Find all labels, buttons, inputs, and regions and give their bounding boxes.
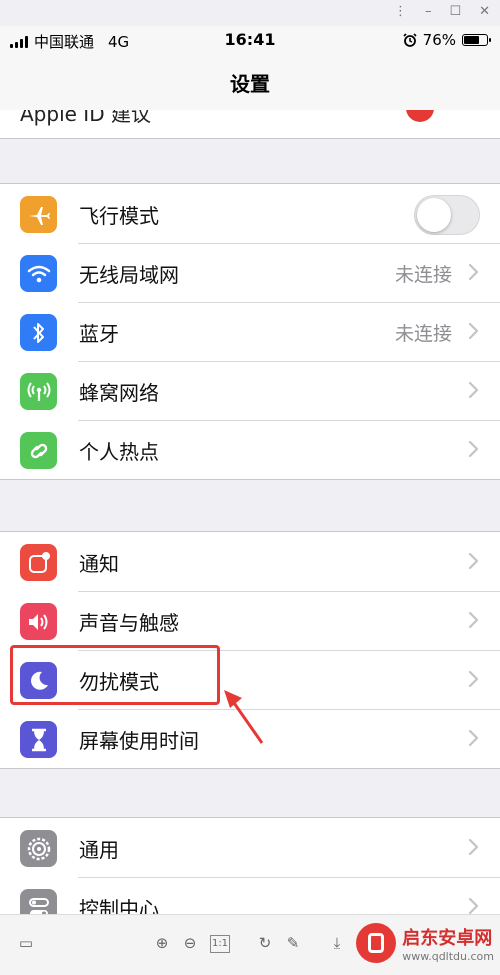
arrow-annotation: [224, 690, 264, 744]
actual-size-icon[interactable]: 1:1: [210, 935, 230, 953]
settings-row-airplane[interactable]: 飞行模式: [0, 184, 500, 244]
battery-percent: 76%: [422, 31, 456, 49]
maximize-icon[interactable]: ☐: [449, 4, 461, 20]
settings-row-label: 声音与触感: [79, 611, 179, 635]
apple-id-suggestions-row[interactable]: Apple ID 建议: [0, 110, 500, 139]
chevron-right-icon: [468, 440, 479, 458]
bluetooth-icon: [20, 314, 57, 351]
connectivity-group: 飞行模式 无线局域网 未连接 蓝牙 未连接 蜂窝网络 个人热点: [0, 183, 500, 480]
settings-row-label: 通知: [79, 552, 119, 576]
chevron-right-icon: [468, 670, 479, 688]
window-controls: ⋮ – ☐ ✕: [394, 4, 490, 20]
settings-row-label: 屏幕使用时间: [79, 729, 199, 753]
alarm-icon: [403, 33, 417, 47]
apple-id-suggestions-label: Apple ID 建议: [20, 110, 151, 126]
settings-row-label: 无线局域网: [79, 263, 179, 287]
settings-row-notification[interactable]: 通知: [0, 532, 500, 592]
watermark-name: 启东安卓网: [402, 927, 493, 949]
settings-row-gear[interactable]: 通用: [0, 818, 500, 878]
settings-row-cellular[interactable]: 蜂窝网络: [0, 361, 500, 421]
settings-row-hotspot[interactable]: 个人热点: [0, 420, 500, 479]
chevron-right-icon: [468, 263, 479, 281]
watermark: 启东安卓网 www.qdltdu.com: [356, 923, 494, 963]
watermark-logo-icon: [356, 923, 397, 963]
thumbnail-icon[interactable]: ▭: [16, 933, 36, 953]
zoom-out-icon[interactable]: ⊖: [180, 933, 200, 953]
edit-icon[interactable]: ✎: [283, 933, 303, 953]
more-icon[interactable]: ⋮: [394, 4, 407, 20]
cellular-icon: [20, 373, 57, 410]
settings-row-label: 通用: [79, 838, 119, 862]
chevron-right-icon: [468, 611, 479, 629]
hotspot-icon: [20, 432, 57, 469]
airplane-icon: [20, 196, 57, 233]
hourglass-icon: [20, 721, 57, 758]
gear-icon: [20, 830, 57, 867]
settings-row-label: 个人热点: [79, 440, 159, 464]
chevron-right-icon: [468, 322, 479, 340]
chevron-right-icon: [468, 897, 479, 915]
battery-icon: [462, 34, 491, 46]
settings-row-label: 蜂窝网络: [79, 381, 159, 405]
chevron-right-icon: [468, 552, 479, 570]
settings-row-bluetooth[interactable]: 蓝牙 未连接: [0, 302, 500, 362]
navigation-bar: 设置: [0, 54, 500, 111]
sound-icon: [20, 603, 57, 640]
highlight-box: [10, 645, 220, 705]
settings-row-sound[interactable]: 声音与触感: [0, 591, 500, 651]
download-icon[interactable]: ⤓: [327, 933, 347, 953]
settings-row-wifi[interactable]: 无线局域网 未连接: [0, 243, 500, 303]
viewer-toolbar: ▭ ⊕ ⊖ 1:1 ↻ ✎ ⤓ 启东安卓网 www.qdltdu.com: [0, 914, 500, 975]
chevron-right-icon: [468, 381, 479, 399]
notification-icon: [20, 544, 57, 581]
watermark-url: www.qdltdu.com: [402, 949, 494, 963]
close-icon[interactable]: ✕: [479, 4, 490, 20]
zoom-in-icon[interactable]: ⊕: [152, 933, 172, 953]
page-title: 设置: [230, 72, 270, 96]
notification-badge: [406, 110, 434, 122]
chevron-right-icon: [468, 838, 479, 856]
rotate-icon[interactable]: ↻: [255, 933, 275, 953]
airplane-mode-toggle[interactable]: [414, 195, 480, 235]
settings-row-value: 未连接: [394, 264, 452, 286]
wifi-icon: [20, 255, 57, 292]
settings-row-label: 蓝牙: [79, 322, 119, 346]
settings-row-label: 飞行模式: [79, 204, 159, 228]
toggle-knob: [417, 198, 451, 232]
minimize-icon[interactable]: –: [425, 4, 432, 20]
status-bar: 中国联通 4G 16:41 76%: [0, 26, 500, 54]
settings-row-value: 未连接: [394, 323, 452, 345]
chevron-right-icon: [468, 729, 479, 747]
